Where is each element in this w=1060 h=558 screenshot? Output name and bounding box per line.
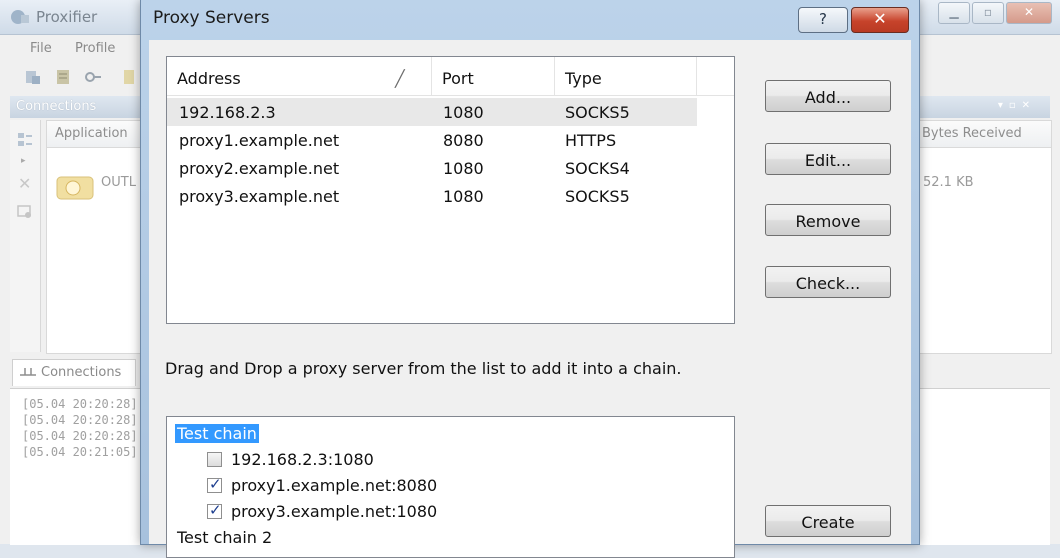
drag-drop-hint: Drag and Drop a proxy server from the li…: [165, 359, 682, 378]
proxy-row[interactable]: proxy1.example.net 8080 HTTPS: [167, 126, 697, 154]
close-button[interactable]: ✕: [851, 7, 909, 33]
proxification-rules-icon[interactable]: [54, 68, 72, 86]
proxy-row-selected[interactable]: 192.168.2.3 1080 SOCKS5: [167, 98, 697, 126]
help-button[interactable]: ?: [798, 7, 848, 33]
tab-connections-label: Connections: [41, 365, 122, 380]
connection-bytes-received: 52.1 KB: [923, 175, 974, 190]
proxy-servers-dialog: Proxy Servers ? ✕ Address ╱ Port Type 19…: [140, 0, 920, 558]
remove-button[interactable]: Remove: [765, 204, 891, 236]
proxy-address: proxy2.example.net: [179, 159, 340, 178]
maximize-button[interactable]: ▫: [972, 2, 1004, 24]
proxy-list-header: Address ╱ Port Type: [167, 57, 734, 96]
proxy-type: SOCKS5: [565, 103, 630, 122]
checkmark-icon: ✓: [209, 501, 222, 519]
proxy-address: proxy1.example.net: [179, 131, 340, 150]
proxy-server-list[interactable]: Address ╱ Port Type 192.168.2.3 1080 SOC…: [166, 56, 735, 324]
chain-proxy-checkbox[interactable]: ✓: [207, 501, 222, 519]
column-address[interactable]: Address ╱: [167, 57, 432, 95]
chain-item-selected[interactable]: Test chain: [175, 424, 259, 443]
check-button[interactable]: Check...: [765, 266, 891, 298]
column-application[interactable]: Application: [55, 126, 128, 141]
proxy-type: HTTPS: [565, 131, 617, 150]
connections-panel-title: Connections: [16, 99, 97, 114]
name-resolution-icon[interactable]: [84, 68, 102, 86]
proxy-chains-tree[interactable]: Test chain 192.168.2.3:1080 ✓ proxy1.exa…: [166, 416, 735, 558]
add-button[interactable]: Add...: [765, 80, 891, 112]
log-line: [05.04 20:21:05] O: [22, 445, 153, 459]
network-icon: [20, 368, 36, 376]
chain-proxy-label: 192.168.2.3:1080: [231, 450, 374, 469]
proxy-type: SOCKS4: [565, 159, 630, 178]
column-bytes-received[interactable]: Bytes Received: [922, 126, 1022, 141]
proxy-row[interactable]: proxy2.example.net 1080 SOCKS4: [167, 154, 697, 182]
column-port[interactable]: Port: [432, 57, 555, 95]
checkmark-icon: ✓: [209, 475, 222, 493]
dialog-title: Proxy Servers: [153, 8, 270, 28]
connection-application: OUTL: [101, 175, 136, 190]
connections-side-toolbar: ▸ ✕: [10, 120, 41, 352]
proxifier-app-icon: [11, 10, 29, 24]
minimize-button[interactable]: ▁: [938, 2, 970, 24]
chain-item[interactable]: Test chain 2: [175, 528, 274, 547]
document-icon[interactable]: [120, 68, 138, 86]
proxy-servers-icon[interactable]: [24, 68, 42, 86]
column-port-label: Port: [442, 69, 474, 88]
edit-button[interactable]: Edit...: [765, 143, 891, 175]
proxy-port: 8080: [443, 131, 484, 150]
proxy-port: 1080: [443, 159, 484, 178]
chain-proxy-label: proxy3.example.net:1080: [231, 502, 438, 521]
create-button[interactable]: Create: [765, 505, 891, 537]
expand-arrow-icon[interactable]: ▸: [21, 156, 26, 166]
tab-connections[interactable]: Connections: [12, 359, 136, 386]
proxy-type: SOCKS5: [565, 187, 630, 206]
proxy-row[interactable]: proxy3.example.net 1080 SOCKS5: [167, 182, 697, 210]
close-connection-icon[interactable]: ✕: [18, 174, 31, 193]
proxy-address: proxy3.example.net: [179, 187, 340, 206]
log-line: [05.04 20:20:28]: [22, 413, 138, 427]
proxy-address: 192.168.2.3: [179, 103, 276, 122]
chain-proxy-label: proxy1.example.net:8080: [231, 476, 438, 495]
sort-indicator-icon: ╱: [395, 69, 405, 88]
proxy-port: 1080: [443, 103, 484, 122]
log-line: [05.04 20:20:28]: [22, 429, 138, 443]
outlook-app-icon: [56, 176, 94, 200]
proxy-port: 1080: [443, 187, 484, 206]
main-close-button[interactable]: ✕: [1006, 2, 1052, 24]
column-type[interactable]: Type: [555, 57, 697, 95]
panel-controls-icon[interactable]: ▾▫✕: [998, 100, 1036, 111]
chain-proxy-checkbox[interactable]: ✓: [207, 475, 222, 493]
column-address-label: Address: [177, 69, 241, 88]
chain-proxy-checkbox[interactable]: [207, 452, 222, 467]
column-type-label: Type: [565, 69, 602, 88]
connection-details-icon[interactable]: [17, 204, 33, 220]
menu-profile[interactable]: Profile: [75, 41, 115, 56]
menu-file[interactable]: File: [30, 41, 52, 56]
log-line: [05.04 20:20:28]: [22, 397, 138, 411]
dialog-body: Address ╱ Port Type 192.168.2.3 1080 SOC…: [149, 40, 911, 558]
main-window-title: Proxifier: [36, 8, 98, 26]
tree-view-icon[interactable]: [17, 132, 33, 148]
